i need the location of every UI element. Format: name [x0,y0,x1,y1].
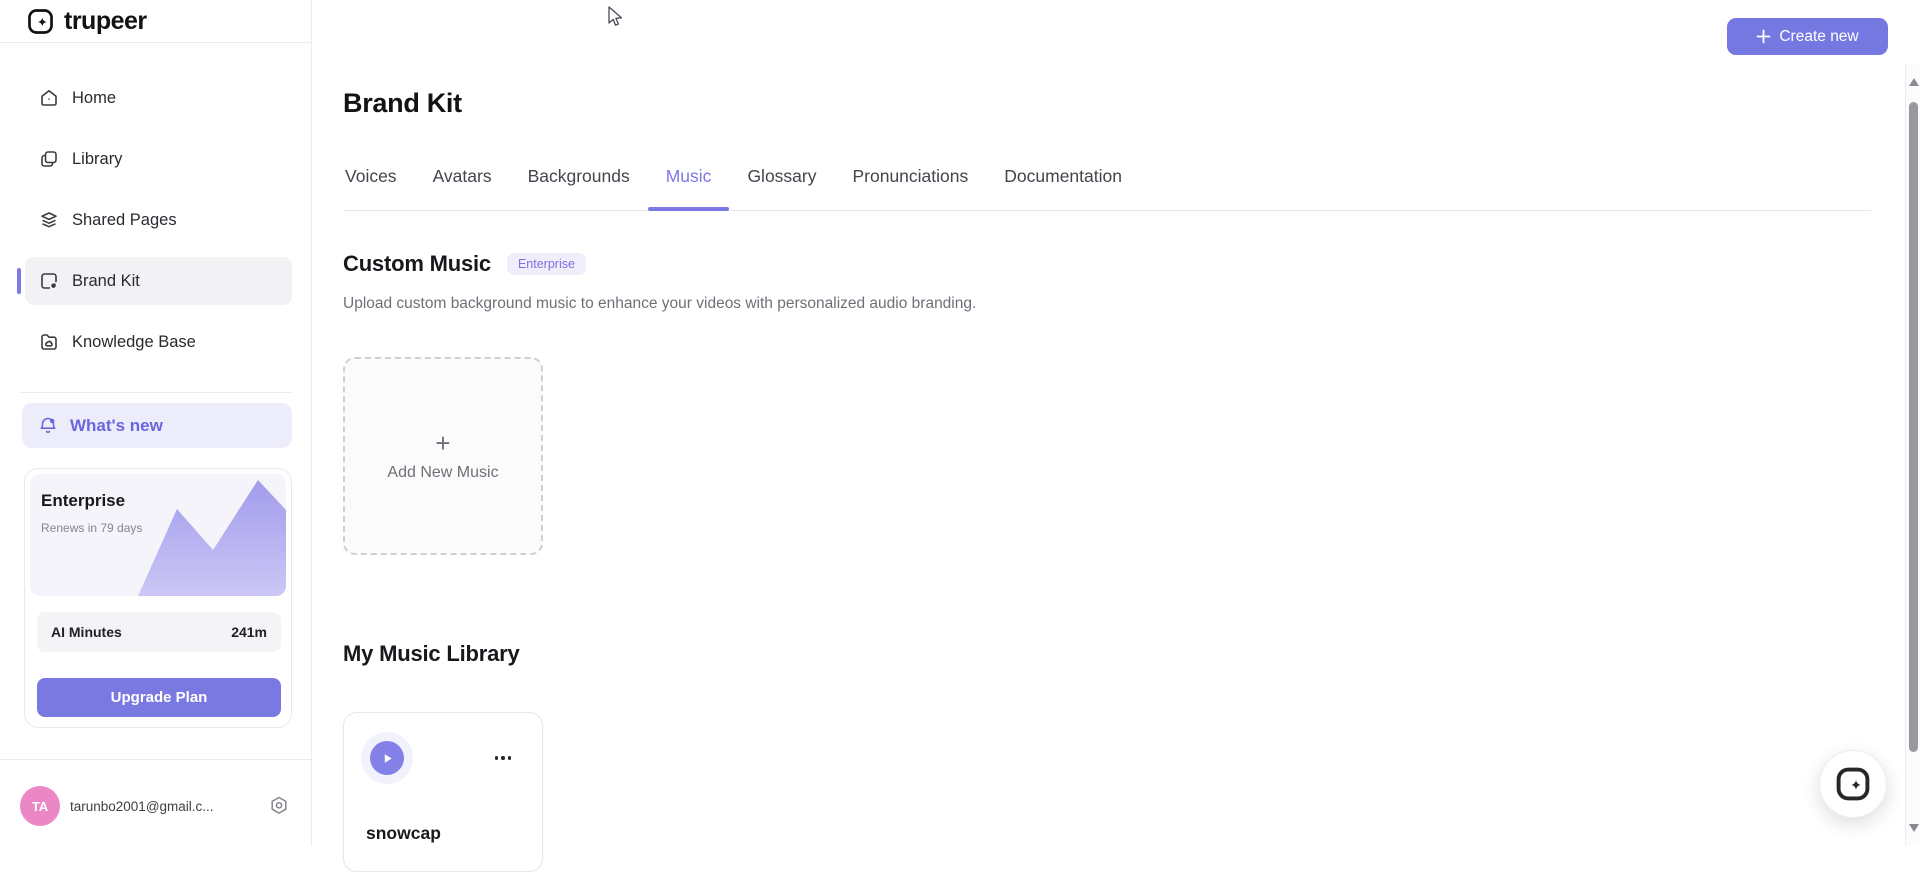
custom-music-description: Upload custom background music to enhanc… [343,295,977,312]
sidebar-item-knowledge-base[interactable]: Knowledge Base [25,318,292,366]
tab-documentation[interactable]: Documentation [1002,160,1124,210]
sidebar: trupeer Home Library Shared Pages Brand … [0,0,312,846]
usage-label: AI Minutes [51,624,122,640]
add-plus-icon: + [435,428,451,458]
user-email: tarunbo2001@gmail.c... [70,799,214,814]
sidebar-item-label: Brand Kit [72,271,140,290]
upgrade-plan-button[interactable]: Upgrade Plan [37,678,281,717]
add-new-music-label: Add New Music [387,464,499,481]
custom-music-title: Custom Music [343,251,491,276]
sidebar-item-label: Library [72,149,123,168]
sidebar-item-shared-pages[interactable]: Shared Pages [25,196,292,244]
trupeer-logo-icon [28,8,53,34]
sidebar-item-label: Shared Pages [72,210,177,229]
app-name: trupeer [64,6,147,35]
sidebar-divider [20,392,292,393]
sidebar-item-brand-kit[interactable]: Brand Kit [25,257,292,305]
whats-new-button[interactable]: What's new [22,403,292,448]
app-logo[interactable]: trupeer [0,0,311,43]
enterprise-badge: Enterprise [506,253,586,275]
play-button[interactable] [370,741,404,775]
tab-glossary[interactable]: Glossary [745,160,818,210]
whats-new-label: What's new [70,415,163,435]
page-title: Brand Kit [343,88,462,118]
sidebar-item-label: Knowledge Base [72,332,196,351]
more-options-button[interactable] [490,745,516,771]
vertical-scrollbar[interactable] [1905,64,1920,846]
gear-icon[interactable] [268,795,290,817]
home-icon [41,90,57,106]
tab-avatars[interactable]: Avatars [431,160,494,210]
music-library-title: My Music Library [343,641,520,666]
play-icon [384,753,392,763]
trupeer-logo-icon [1836,767,1870,801]
scrollbar-thumb[interactable] [1909,102,1918,752]
scroll-up-arrow-icon[interactable] [1909,78,1919,86]
music-track-card[interactable]: snowcap [343,712,543,872]
usage-value: 241m [231,624,267,640]
sidebar-item-home[interactable]: Home [25,74,292,122]
add-new-music-button[interactable]: + Add New Music [343,357,543,555]
create-new-button[interactable]: Create new [1727,18,1888,55]
tab-backgrounds[interactable]: Backgrounds [526,160,632,210]
sidebar-item-library[interactable]: Library [25,135,292,183]
more-options-icon [494,756,499,760]
library-icon [41,151,57,167]
scroll-down-arrow-icon[interactable] [1909,824,1919,832]
tab-music[interactable]: Music [647,160,730,211]
usage-row: AI Minutes 241m [37,612,281,652]
trupeer-widget-button[interactable] [1819,750,1887,818]
plus-icon [1756,29,1771,44]
tab-voices[interactable]: Voices [343,160,399,210]
track-name: snowcap [366,823,441,843]
plan-renewal-text: Renews in 79 days [41,521,143,535]
tab-pronunciations[interactable]: Pronunciations [850,160,970,210]
knowledge-base-icon [41,334,57,350]
plan-card: Enterprise Renews in 79 days AI Minutes … [24,468,292,728]
brand-kit-icon [41,273,57,289]
avatar[interactable]: TA [20,786,60,826]
sidebar-item-label: Home [72,88,117,107]
shared-pages-icon [41,212,57,228]
tab-bar: Voices Avatars Backgrounds Music Glossar… [343,160,1871,211]
plan-name: Enterprise [41,491,126,510]
mouse-cursor-icon [608,6,623,26]
active-indicator [17,268,21,294]
create-new-label: Create new [1779,27,1859,45]
whats-new-bell-icon [40,417,56,433]
